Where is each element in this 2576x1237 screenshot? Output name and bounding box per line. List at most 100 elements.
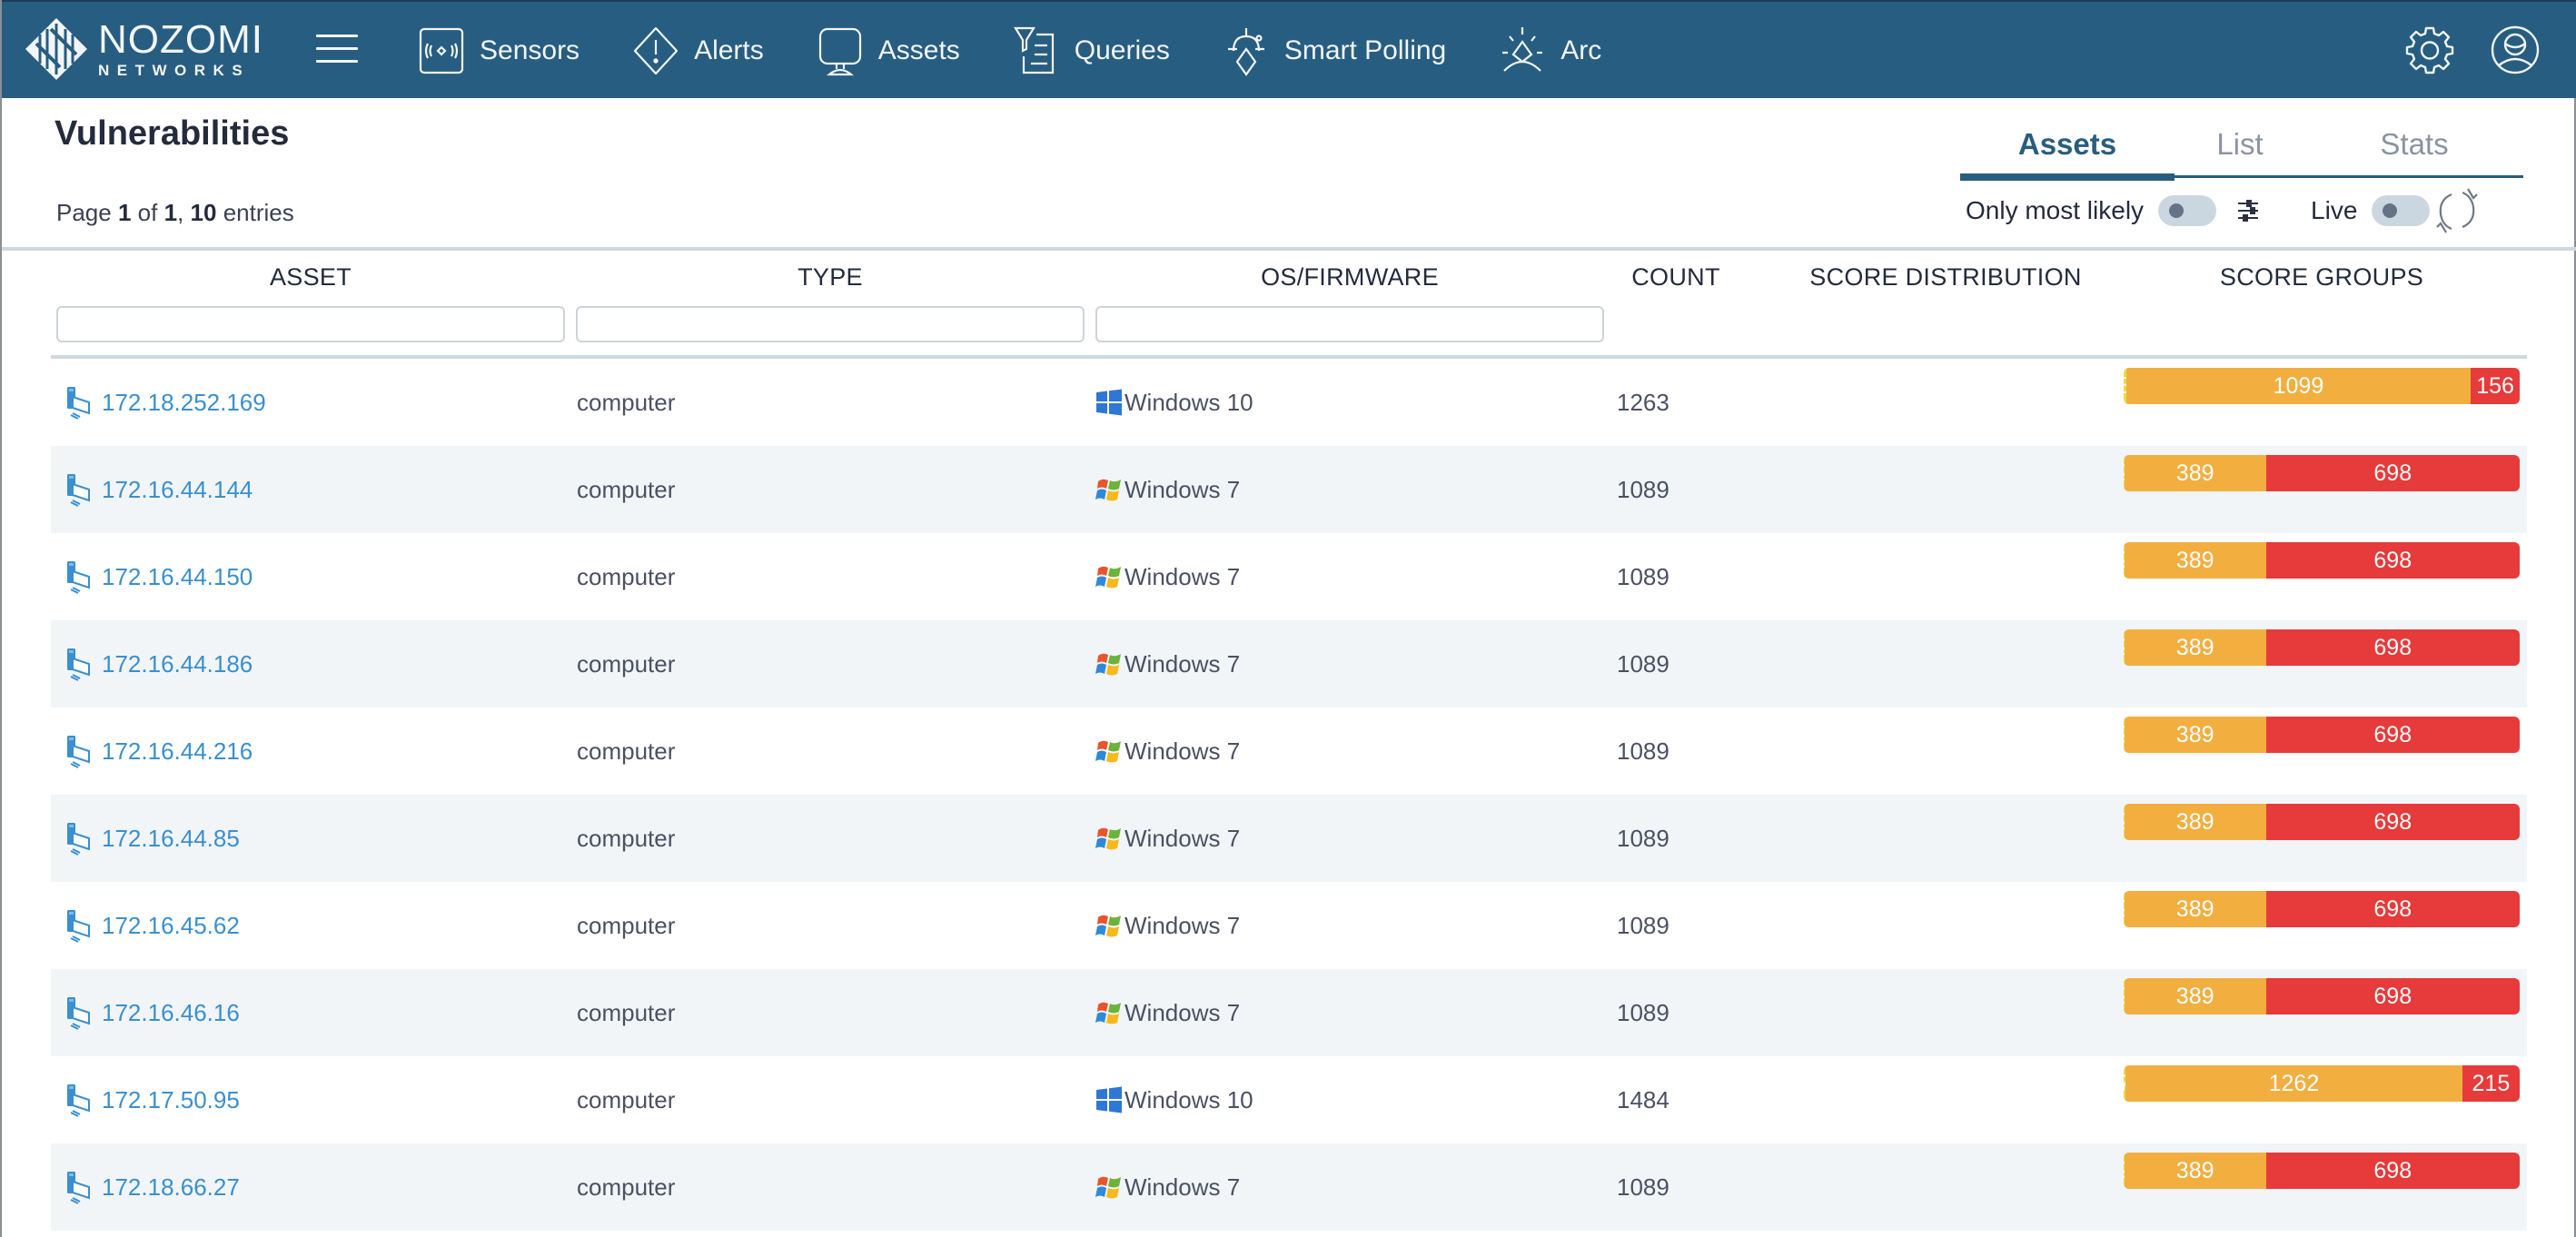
pagination-summary: Page 1 of 1, 10 entries bbox=[56, 199, 294, 226]
score-group-medium-segment[interactable]: 389 bbox=[2124, 629, 2266, 666]
windows7-icon bbox=[1095, 653, 1121, 676]
score-group-medium-segment[interactable]: 389 bbox=[2124, 542, 2266, 579]
score-group-high-segment[interactable]: 698 bbox=[2265, 1153, 2520, 1189]
score-group-medium-segment[interactable]: 1262 bbox=[2125, 1065, 2462, 1102]
asset-ip[interactable]: 172.17.50.95 bbox=[102, 1086, 240, 1114]
asset-link[interactable]: 172.18.252.169 bbox=[64, 359, 266, 446]
score-group-medium-segment[interactable]: 1099 bbox=[2125, 368, 2472, 404]
user-profile-button[interactable] bbox=[2489, 24, 2541, 76]
score-group-high-segment[interactable]: 698 bbox=[2265, 629, 2520, 666]
asset-link[interactable]: 172.16.45.62 bbox=[64, 882, 240, 969]
os-filter-input[interactable] bbox=[1095, 306, 1604, 342]
score-groups-bar[interactable]: 2389698 bbox=[2124, 891, 2520, 927]
score-group-high-segment[interactable]: 215 bbox=[2462, 1065, 2520, 1102]
os-name: Windows 10 bbox=[1125, 388, 1253, 416]
tab-stats[interactable]: Stats bbox=[2305, 122, 2523, 175]
asset-ip[interactable]: 172.18.252.169 bbox=[102, 389, 266, 417]
score-groups-bar[interactable]: 81099156 bbox=[2124, 368, 2520, 404]
menu-toggle-button[interactable] bbox=[316, 35, 358, 65]
nozomi-logo[interactable]: NOZOMI NETWORKS bbox=[24, 16, 263, 82]
tab-list[interactable]: List bbox=[2175, 122, 2305, 175]
table-row[interactable]: 172.16.44.216 computer Windows 7 1089 23… bbox=[51, 708, 2527, 795]
score-group-high-segment[interactable]: 698 bbox=[2265, 455, 2520, 491]
asset-filter-input[interactable] bbox=[56, 306, 565, 342]
score-groups-bar[interactable]: 2389698 bbox=[2124, 804, 2520, 840]
computer-icon bbox=[67, 736, 90, 768]
score-group-high-segment[interactable]: 698 bbox=[2265, 542, 2520, 579]
nav-queries[interactable]: Queries bbox=[1013, 2, 1170, 100]
column-header-os-firmware[interactable]: OS/FIRMWARE bbox=[1095, 263, 1604, 292]
table-row[interactable]: 172.17.50.95 computer Windows 10 1484 71… bbox=[51, 1056, 2527, 1143]
asset-ip[interactable]: 172.18.66.27 bbox=[102, 1173, 240, 1202]
asset-link[interactable]: 172.16.44.216 bbox=[64, 708, 253, 795]
only-most-likely-toggle[interactable] bbox=[2158, 195, 2217, 226]
score-groups-bar[interactable]: 2389698 bbox=[2124, 717, 2520, 753]
nav-smart-polling-label: Smart Polling bbox=[1283, 35, 1447, 65]
table-row[interactable]: 172.16.44.150 computer Windows 7 1089 23… bbox=[51, 533, 2527, 620]
asset-ip[interactable]: 172.16.44.216 bbox=[102, 737, 253, 766]
column-header-type[interactable]: TYPE bbox=[576, 263, 1085, 292]
asset-type: computer bbox=[577, 824, 676, 852]
score-group-medium-segment[interactable]: 389 bbox=[2124, 804, 2266, 840]
os-firmware: Windows 7 bbox=[1095, 533, 1240, 620]
score-distribution bbox=[1777, 1056, 2158, 1143]
score-group-high-segment[interactable]: 698 bbox=[2265, 891, 2520, 927]
sliders-icon[interactable] bbox=[2234, 197, 2262, 224]
score-group-high-segment[interactable]: 698 bbox=[2265, 978, 2520, 1014]
score-groups-bar[interactable]: 2389698 bbox=[2124, 978, 2520, 1014]
table-row[interactable]: 172.16.46.16 computer Windows 7 1089 238… bbox=[51, 969, 2527, 1056]
asset-ip[interactable]: 172.16.44.144 bbox=[102, 476, 253, 504]
score-groups-bar[interactable]: 2389698 bbox=[2124, 629, 2520, 666]
type-filter-input[interactable] bbox=[576, 306, 1085, 342]
score-group-medium-segment[interactable]: 389 bbox=[2124, 891, 2266, 927]
score-group-high-segment[interactable]: 156 bbox=[2471, 368, 2520, 404]
column-header-score-distribution: SCORE DISTRIBUTION bbox=[1809, 263, 2082, 291]
refresh-icon[interactable] bbox=[2433, 187, 2481, 234]
asset-link[interactable]: 172.16.44.186 bbox=[64, 620, 253, 708]
asset-link[interactable]: 172.16.44.144 bbox=[64, 446, 253, 533]
brand-subtitle: NETWORKS bbox=[98, 62, 251, 79]
table-row[interactable]: 172.16.44.186 computer Windows 7 1089 23… bbox=[51, 620, 2527, 708]
score-group-medium-segment[interactable]: 389 bbox=[2124, 717, 2266, 753]
vulnerability-count: 1263 bbox=[1617, 388, 1669, 416]
asset-ip[interactable]: 172.16.44.150 bbox=[102, 563, 253, 591]
nav-alerts[interactable]: Alerts bbox=[632, 2, 764, 100]
asset-link[interactable]: 172.17.50.95 bbox=[64, 1056, 240, 1143]
score-groups-bar[interactable]: 2389698 bbox=[2124, 542, 2520, 579]
nav-assets[interactable]: Assets bbox=[817, 2, 960, 100]
asset-ip[interactable]: 172.16.45.62 bbox=[102, 912, 240, 940]
asset-ip[interactable]: 172.16.46.16 bbox=[102, 999, 240, 1027]
score-group-high-segment[interactable]: 698 bbox=[2265, 804, 2520, 840]
nav-sensors[interactable]: Sensors bbox=[418, 2, 580, 100]
asset-link[interactable]: 172.16.44.150 bbox=[64, 533, 253, 620]
table-row[interactable]: 172.16.44.144 computer Windows 7 1089 23… bbox=[51, 446, 2527, 533]
nav-arc[interactable]: Arc bbox=[1499, 2, 1601, 100]
table-row[interactable]: 172.16.44.85 computer Windows 7 1089 238… bbox=[51, 795, 2527, 882]
windows7-icon bbox=[1095, 479, 1121, 501]
column-header-score-groups: SCORE GROUPS bbox=[2219, 263, 2424, 291]
asset-ip[interactable]: 172.16.44.186 bbox=[102, 650, 253, 678]
asset-ip[interactable]: 172.16.44.85 bbox=[102, 825, 240, 853]
column-header-asset[interactable]: ASSET bbox=[56, 263, 565, 292]
table-row[interactable]: 172.18.66.27 computer Windows 7 1089 238… bbox=[51, 1143, 2527, 1231]
live-toggle[interactable] bbox=[2372, 195, 2431, 226]
score-groups: 71262215 bbox=[2124, 1065, 2520, 1102]
nav-queries-label: Queries bbox=[1074, 35, 1170, 65]
score-group-medium-segment[interactable]: 389 bbox=[2124, 455, 2266, 491]
score-group-medium-segment[interactable]: 389 bbox=[2124, 1153, 2266, 1189]
score-groups-bar[interactable]: 2389698 bbox=[2124, 455, 2520, 491]
score-groups-bar[interactable]: 2389698 bbox=[2124, 1153, 2520, 1189]
nav-smart-polling[interactable]: Smart Polling bbox=[1223, 2, 1446, 100]
table-row[interactable]: 172.16.45.62 computer Windows 7 1089 238… bbox=[51, 882, 2527, 969]
score-group-medium-segment[interactable]: 389 bbox=[2124, 978, 2266, 1014]
settings-button[interactable] bbox=[2403, 24, 2456, 76]
score-group-high-segment[interactable]: 698 bbox=[2265, 717, 2520, 753]
os-firmware: Windows 10 bbox=[1095, 1056, 1253, 1143]
score-groups-bar[interactable]: 71262215 bbox=[2124, 1065, 2520, 1102]
asset-link[interactable]: 172.18.66.27 bbox=[64, 1143, 240, 1231]
tab-assets[interactable]: Assets bbox=[1960, 122, 2175, 181]
column-header-count[interactable]: COUNT bbox=[1610, 263, 1742, 292]
table-row[interactable]: 172.18.252.169 computer Windows 10 1263 … bbox=[51, 359, 2527, 446]
asset-link[interactable]: 172.16.44.85 bbox=[64, 795, 240, 882]
asset-link[interactable]: 172.16.46.16 bbox=[64, 969, 240, 1056]
